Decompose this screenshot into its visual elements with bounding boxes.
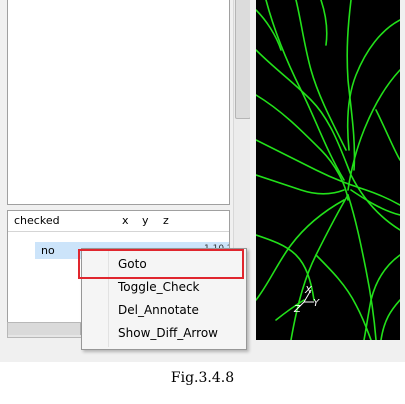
horizontal-scrollbar-thumb[interactable]: [8, 323, 81, 335]
table-header: checked x y z: [8, 211, 229, 232]
column-header-z[interactable]: z: [163, 214, 169, 227]
vertical-scrollbar-thumb[interactable]: [235, 0, 251, 119]
menu-item-label: Del_Annotate: [118, 303, 199, 317]
column-header-x[interactable]: x: [122, 214, 129, 227]
figure-caption: Fig.3.4.8: [170, 370, 235, 386]
column-header-checked[interactable]: checked: [14, 214, 60, 227]
menu-item-label: Toggle_Check: [118, 280, 200, 294]
annotation-list-panel[interactable]: [7, 0, 230, 205]
menu-item-label: Show_Diff_Arrow: [118, 326, 218, 340]
fiber-traces: [256, 0, 400, 340]
fiber-image: X Y Z: [256, 0, 400, 340]
axis-z-label: Z: [293, 304, 302, 315]
menu-item-del-annotate[interactable]: Del_Annotate: [82, 300, 246, 320]
axis-x-label: X: [304, 285, 313, 296]
axis-indicator: X Y Z: [293, 285, 320, 315]
axis-y-label: Y: [313, 298, 320, 309]
column-header-y[interactable]: y: [142, 214, 149, 227]
highlight-box: [78, 249, 244, 279]
application-window: X Y Z checked x y z no 1.10.23 Goto Togg…: [0, 0, 405, 362]
image-viewer[interactable]: X Y Z: [256, 0, 400, 340]
cell-checked-value: no: [41, 244, 55, 257]
menu-item-show-diff-arrow[interactable]: Show_Diff_Arrow: [82, 323, 246, 343]
menu-item-toggle-check[interactable]: Toggle_Check: [82, 277, 246, 297]
